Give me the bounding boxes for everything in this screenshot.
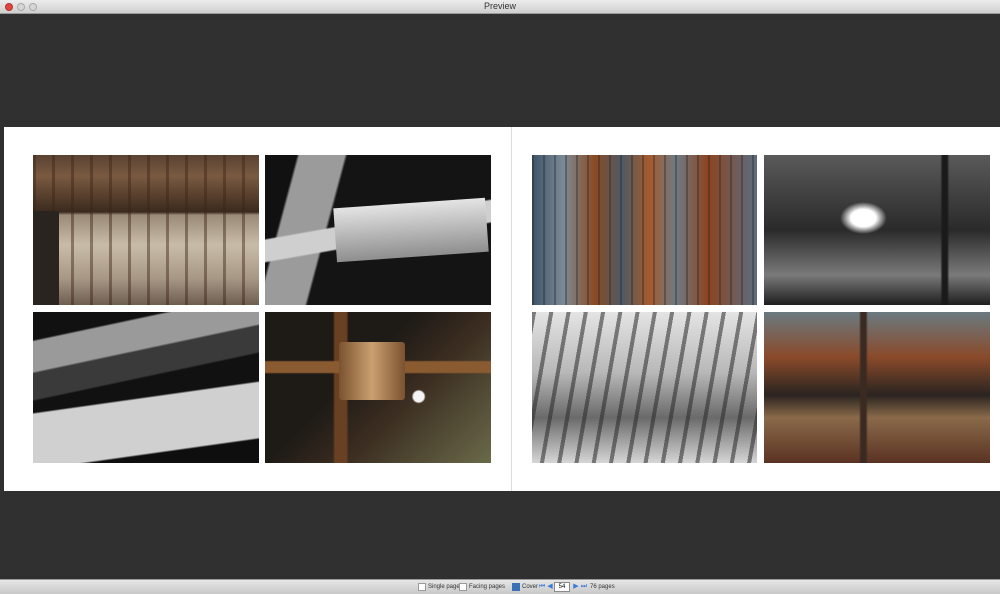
page-number-field[interactable]: 54 xyxy=(554,582,570,592)
single-page-option[interactable]: Single page xyxy=(418,583,460,591)
single-page-checkbox[interactable] xyxy=(418,583,426,591)
first-page-icon[interactable]: ⏮ xyxy=(538,583,546,591)
facing-pages-label: Facing pages xyxy=(469,584,506,590)
photo-rusted-corrugated-metal xyxy=(532,155,757,305)
photo-rusted-metal-wall xyxy=(764,312,990,463)
cover-icon xyxy=(512,583,520,591)
cover-button[interactable]: Cover xyxy=(512,583,538,591)
photo-peeling-paint-panel xyxy=(764,155,990,305)
photo-white-grunge-texture xyxy=(532,312,757,463)
window-title: Preview xyxy=(483,1,516,11)
title-bar: Preview xyxy=(0,0,1000,14)
facing-pages-option[interactable]: Facing pages xyxy=(459,583,505,591)
photo-wooden-beam-closeup xyxy=(265,155,491,305)
next-page-icon[interactable]: ▶ xyxy=(572,583,580,591)
prev-page-icon[interactable]: ◀ xyxy=(546,583,554,591)
photo-rafter-and-hook xyxy=(265,312,491,463)
spread-gutter xyxy=(511,127,512,491)
single-page-label: Single page xyxy=(428,584,460,590)
photo-weathered-wood-planks xyxy=(33,155,259,305)
cover-label: Cover xyxy=(522,584,539,590)
facing-pages-checkbox[interactable] xyxy=(459,583,467,591)
last-page-icon[interactable]: ⏭ xyxy=(580,583,588,591)
total-pages-label: 76 pages xyxy=(590,584,615,590)
photo-bolted-wood-board xyxy=(33,312,259,463)
preview-stage xyxy=(0,14,1000,579)
book-spread xyxy=(4,127,1000,491)
bottom-toolbar: Single page Facing pages Cover ⏮ ◀ 54 ▶ … xyxy=(0,579,1000,594)
page-count: 76 pages xyxy=(590,583,615,591)
